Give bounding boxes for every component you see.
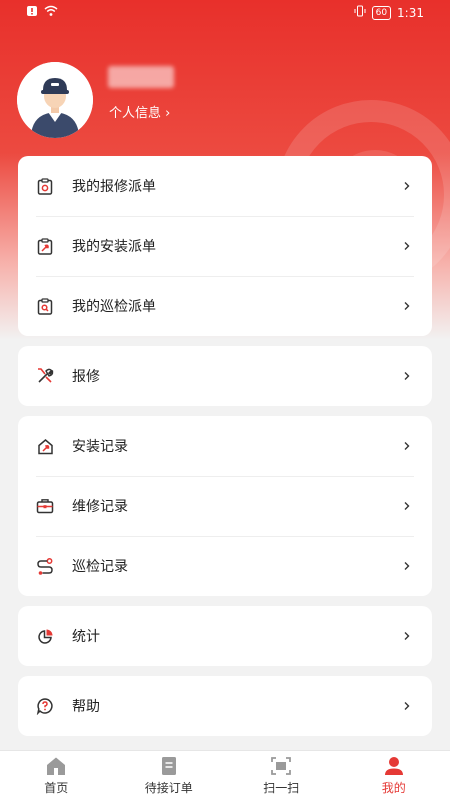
home-icon: [47, 757, 66, 775]
clipboard-search-icon: [36, 297, 54, 315]
repair-card: 报修: [18, 346, 432, 406]
chevron-right-icon: [404, 562, 410, 570]
chevron-right-icon: [404, 242, 410, 250]
chevron-right-icon: [404, 702, 410, 710]
tab-home[interactable]: 首页: [0, 751, 113, 800]
scan-icon: [271, 756, 292, 775]
tab-label: 首页: [44, 780, 69, 795]
vibrate-icon: [354, 5, 366, 20]
avatar[interactable]: [17, 62, 93, 138]
tab-label: 待接订单: [144, 780, 193, 795]
chevron-right-icon: [404, 182, 410, 190]
help-card: 帮助: [18, 676, 432, 736]
clipboard-wrench-icon: [36, 237, 54, 255]
worker-avatar-icon: [17, 62, 93, 138]
chevron-right-icon: [404, 632, 410, 640]
bottom-tab-bar: 首页 待接订单 扫一扫 我的: [0, 750, 450, 800]
battery-icon: 60: [371, 5, 392, 20]
clipboard-repair-icon: [36, 177, 54, 195]
menu-label: 安装记录: [72, 439, 128, 455]
route-icon: [36, 557, 54, 575]
home-wrench-icon: [36, 437, 54, 455]
menu-item-inspection-dispatch[interactable]: 我的巡检派单: [18, 276, 432, 336]
chevron-right-icon: [404, 372, 410, 380]
tab-label: 扫一扫: [263, 780, 300, 795]
profile-info-link[interactable]: 个人信息 ›: [109, 102, 170, 121]
menu-label: 统计: [72, 629, 100, 645]
tab-pending-orders[interactable]: 待接订单: [113, 751, 226, 800]
profile-info-label: 个人信息 ›: [109, 106, 171, 121]
status-bar: 60 1:31: [0, 0, 450, 26]
tab-scan[interactable]: 扫一扫: [225, 751, 338, 800]
chevron-right-icon: [404, 442, 410, 450]
menu-item-inspection-records[interactable]: 巡检记录: [18, 536, 432, 596]
dispatch-card: 我的报修派单 我的安装派单 我的巡检派单: [18, 156, 432, 336]
menu-item-install-records[interactable]: 安装记录: [18, 416, 432, 476]
menu-label: 维修记录: [72, 499, 128, 515]
menu-item-help[interactable]: 帮助: [18, 676, 432, 736]
menu-item-statistics[interactable]: 统计: [18, 606, 432, 666]
document-icon: [161, 756, 176, 775]
chevron-right-icon: [404, 302, 410, 310]
wifi-icon: [44, 5, 58, 20]
menu-item-repair-dispatch[interactable]: 我的报修派单: [18, 156, 432, 216]
menu-label: 帮助: [72, 699, 100, 715]
chevron-right-icon: [404, 502, 410, 510]
alert-icon: [26, 5, 38, 20]
records-card: 安装记录 维修记录 巡检记录: [18, 416, 432, 596]
toolbox-icon: [36, 497, 54, 515]
tab-mine[interactable]: 我的: [338, 751, 450, 800]
menu-item-repair-records[interactable]: 维修记录: [18, 476, 432, 536]
menu-item-repair[interactable]: 报修: [18, 346, 432, 406]
menu-label: 巡检记录: [72, 559, 128, 575]
help-icon: [36, 697, 54, 715]
user-icon: [384, 756, 403, 775]
tools-icon: [36, 367, 54, 385]
menu-label: 我的巡检派单: [72, 299, 156, 315]
menu-item-install-dispatch[interactable]: 我的安装派单: [18, 216, 432, 276]
menu-label: 我的安装派单: [72, 239, 156, 255]
pie-chart-icon: [36, 627, 54, 645]
tab-label: 我的: [381, 780, 406, 795]
statistics-card: 统计: [18, 606, 432, 666]
status-time: 1:31: [397, 5, 424, 20]
menu-label: 我的报修派单: [72, 179, 156, 195]
user-name-redacted: [108, 66, 174, 88]
menu-label: 报修: [72, 369, 100, 385]
